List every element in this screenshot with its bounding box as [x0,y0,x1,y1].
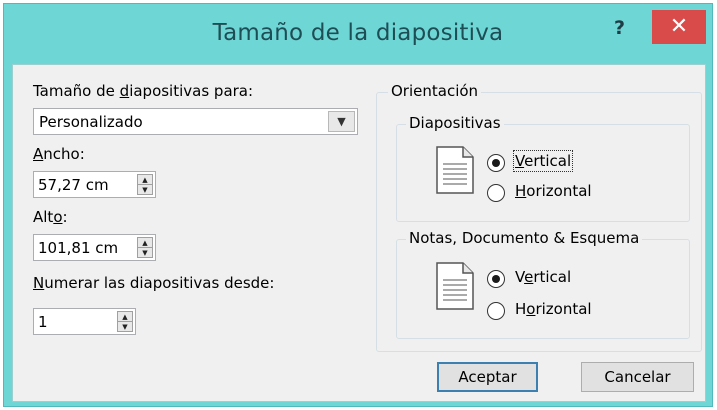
numbering-value[interactable]: 1 [38,313,48,331]
height-spin-buttons[interactable]: ▲ ▼ [137,237,153,258]
width-value[interactable]: 57,27 cm [38,176,109,194]
close-button[interactable]: ✕ [652,10,706,44]
spin-down-icon[interactable]: ▼ [138,248,152,258]
height-stepper[interactable]: 101,81 cm ▲ ▼ [33,234,156,261]
notes-horizontal-radio[interactable] [487,302,505,320]
height-label: Alto: [33,208,68,226]
dialog-body: Tamaño de diapositivas para: Personaliza… [12,64,706,402]
slide-size-dropdown[interactable]: Personalizado ▼ [33,108,358,135]
numbering-spin-buttons[interactable]: ▲ ▼ [117,311,133,332]
document-portrait-icon [436,262,474,310]
numbering-stepper[interactable]: 1 ▲ ▼ [33,308,136,335]
help-icon[interactable]: ? [614,17,625,39]
notes-horizontal-label[interactable]: Horizontal [515,300,592,318]
slides-vertical-label[interactable]: Vertical [512,150,574,172]
width-stepper[interactable]: 57,27 cm ▲ ▼ [33,171,156,198]
slide-size-label: Tamaño de diapositivas para: [33,82,254,100]
notes-vertical-label[interactable]: Vertical [515,268,571,286]
document-portrait-icon [436,146,474,194]
width-spin-buttons[interactable]: ▲ ▼ [137,174,153,195]
slide-size-selected: Personalizado [39,113,143,131]
dialog-title: Tamaño de la diapositiva [212,20,504,46]
chevron-down-icon[interactable]: ▼ [328,111,355,132]
slides-horizontal-radio[interactable] [487,184,505,202]
slides-orientation-title: Diapositivas [406,114,504,132]
width-label: Ancho: [33,145,85,163]
numbering-label: Numerar las diapositivas desde: [33,274,275,292]
spin-down-icon[interactable]: ▼ [138,185,152,195]
orientation-title: Orientación [388,82,482,100]
slide-size-dialog: Tamaño de la diapositiva ? ✕ Tamaño de d… [3,3,713,407]
ok-button[interactable]: Aceptar [437,362,538,392]
spin-up-icon[interactable]: ▲ [138,238,152,248]
spin-up-icon[interactable]: ▲ [138,175,152,185]
spin-up-icon[interactable]: ▲ [118,312,132,322]
close-icon: ✕ [669,14,689,39]
notes-orientation-title: Notas, Documento & Esquema [406,229,643,247]
cancel-button[interactable]: Cancelar [581,362,694,392]
height-value[interactable]: 101,81 cm [38,239,118,257]
slides-vertical-radio[interactable] [487,154,505,172]
slides-horizontal-label[interactable]: Horizontal [515,182,592,200]
spin-down-icon[interactable]: ▼ [118,322,132,332]
notes-vertical-radio[interactable] [487,270,505,288]
title-bar: Tamaño de la diapositiva ? ✕ [4,4,712,64]
